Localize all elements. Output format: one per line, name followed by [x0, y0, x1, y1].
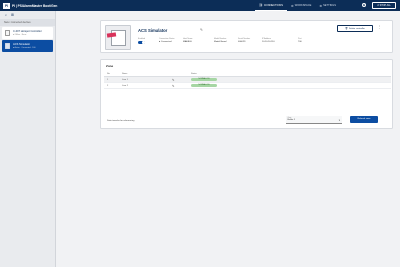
workspace-icon: ⚙ [290, 3, 294, 8]
zone-section-title: Zone [106, 64, 114, 68]
sidebar-section-title: New / connected devices [0, 19, 55, 26]
nav-connections[interactable]: ⛓ CONNECTIONS [255, 0, 287, 11]
prop-label: Connection Status [159, 38, 175, 40]
nav-settings[interactable]: ⚙ SETTINGS [315, 0, 340, 11]
search-icon[interactable]: ⌕ [5, 13, 7, 17]
device-status: ● Offline · None [13, 33, 27, 36]
enabled-label: Enabled [138, 38, 145, 40]
zone-name: Line 2 [122, 84, 128, 87]
status-badge: NORMAL/ON [191, 77, 217, 82]
top-bar: PI PI | PSIAlarmMaster Boot/Gen ⛓ CONNEC… [0, 0, 400, 11]
prop-label: Port [298, 38, 302, 40]
device-image [105, 25, 131, 50]
zone-select-value: Buffer 1 [287, 119, 296, 122]
zone-table: No. Name Status 1 Line 1 ✎ NORMAL/ON 2 L… [104, 72, 391, 89]
zone-card: Zone No. Name Status 1 Line 1 ✎ NORMAL/O… [100, 59, 393, 129]
zone-number: 2 [107, 84, 109, 87]
column-header-status: Status [191, 73, 197, 75]
enabled-field: Enabled [138, 38, 145, 45]
ip-address-field: IP Address 10.10.10.110 [262, 38, 275, 43]
column-header-no: No. [107, 73, 111, 75]
column-header-name: Name [122, 73, 128, 75]
serial-number-field: Serial Number 000029 [238, 38, 250, 43]
delete-controller-button[interactable]: 🗑 Delete controller [337, 25, 373, 32]
device-item-hotspot[interactable]: C-007 Hotspot Controller ● Offline · Non… [2, 27, 53, 39]
delete-controller-label: Delete controller [348, 27, 365, 30]
nav-workspace-label: WORKSPACE [294, 4, 312, 7]
connection-status-field: Connection Status ● Connected [159, 38, 174, 43]
device-name: ACS Simulator [13, 43, 31, 47]
prop-label: Serial Number [238, 38, 251, 40]
trash-icon: 🗑 [345, 28, 348, 30]
nav-settings-label: SETTINGS [323, 4, 337, 7]
link-icon: ⛓ [259, 3, 263, 7]
controller-icon [5, 30, 10, 36]
host-name-field: Host Name MAEBLE [183, 38, 192, 43]
controller-icon [5, 43, 10, 49]
device-item-acs-simulator[interactable]: ACS Simulator ● Active · Connected · 100 [2, 40, 53, 52]
zone-status-cell: NORMAL/ON [189, 77, 217, 82]
app-title: PI | PSIAlarmMaster Boot/Gen [12, 3, 58, 8]
zone-buffer-select[interactable]: Zone Buffer 1 ▾ [286, 116, 342, 124]
prop-value: 10.10.10.110 [262, 40, 275, 43]
sidebar-toolbar: ⌕ ⊞ [0, 11, 55, 19]
enabled-toggle[interactable] [138, 40, 145, 45]
nav-workspace[interactable]: ⚙ WORKSPACE [287, 0, 315, 11]
sidebar: ⌕ ⊞ New / connected devices C-007 Hotspo… [0, 11, 56, 267]
prop-label: Host Name [183, 38, 193, 40]
data-transfer-label: Data transfer for referencing [107, 120, 135, 122]
pencil-icon[interactable]: ✎ [172, 84, 189, 88]
port-field: Port 700 [298, 38, 302, 43]
brand[interactable]: PI PI | PSIAlarmMaster Boot/Gen [3, 2, 58, 9]
refresh-zone-button[interactable]: Refresh zone [350, 116, 378, 123]
gear-icon: ⚙ [319, 3, 323, 8]
stop-all-button[interactable]: ⏻ STOP ALL [372, 2, 396, 9]
zone-number: 1 [107, 78, 109, 81]
prop-value: 700 [298, 40, 302, 43]
help-icon[interactable]: ? [362, 3, 366, 7]
top-nav: ⛓ CONNECTIONS ⚙ WORKSPACE ⚙ SETTINGS [255, 0, 340, 11]
device-status: ● Active · Connected · 100 [13, 46, 36, 49]
add-device-icon[interactable]: ⊞ [11, 13, 14, 17]
device-title: ACS Simulator [138, 28, 168, 33]
logo: PI [3, 2, 10, 9]
status-badge: NORMAL/ON [191, 83, 217, 88]
more-options-icon[interactable]: ⋮ [378, 25, 382, 29]
chevron-down-icon: ▾ [338, 118, 340, 122]
prop-value: 000029 [238, 40, 246, 43]
device-card: ACS Simulator ✎ Enabled Connection Statu… [100, 20, 393, 53]
prop-value: MAEBLE [183, 40, 192, 43]
prop-value: ● Connected [159, 40, 172, 43]
device-name: C-007 Hotspot Controller [13, 30, 42, 34]
nav-connections-label: CONNECTIONS [263, 3, 283, 7]
zone-name: Line 1 [122, 78, 128, 81]
prop-value: Model Board [214, 40, 227, 43]
prop-label: IP Address [262, 38, 272, 40]
pencil-icon[interactable]: ✎ [200, 28, 203, 32]
model-number-field: Model Number Model Board [214, 38, 226, 43]
prop-label: Model Number [214, 38, 227, 40]
table-row[interactable]: 2 Line 2 ✎ NORMAL/ON [104, 83, 391, 89]
zone-status-cell: NORMAL/ON [189, 83, 217, 88]
pencil-icon[interactable]: ✎ [172, 78, 189, 82]
